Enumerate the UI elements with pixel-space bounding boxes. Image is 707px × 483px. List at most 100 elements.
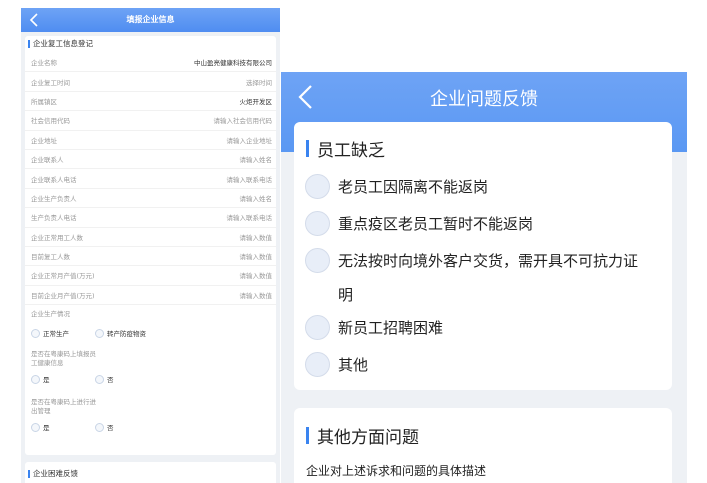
radio-circle[interactable] <box>31 422 40 432</box>
right-page-title: 企业问题反馈 <box>430 89 538 110</box>
form-row-value[interactable]: 请输入数值 <box>240 251 273 261</box>
radio-label: 是 <box>43 376 50 385</box>
option-label: 老员工因隔离不能返岗 <box>338 178 489 196</box>
radio-entry-no[interactable]: 否 <box>95 422 114 432</box>
radio-circle[interactable] <box>95 328 104 338</box>
radio-label: 是 <box>43 424 50 433</box>
form-row[interactable]: 所属镇区 火炬开发区 <box>25 92 276 112</box>
form-row[interactable]: 企业复工时间 选择时间 <box>25 72 276 92</box>
left-phone-screen: 填报企业信息 企业复工信息登记 企业名称 中山盈亮健康科技有限公司企业复工时间 选择… <box>21 8 280 483</box>
radio-label: 正常生产 <box>43 330 69 339</box>
radio-normal-production[interactable]: 正常生产 <box>31 328 95 338</box>
section-title-staff-shortage: 员工缺乏 <box>306 136 385 161</box>
form-row-value[interactable]: 请输入数值 <box>240 270 273 280</box>
radio-circle[interactable] <box>31 328 40 338</box>
radio-circle[interactable] <box>305 248 330 273</box>
option-quarantine-staff[interactable]: 老员工因隔离不能返岗 <box>305 170 660 204</box>
radio-label: 否 <box>107 376 114 385</box>
health-info-label-line2: 工健康信息 <box>31 359 64 368</box>
form-row-value[interactable]: 选择时间 <box>246 77 272 87</box>
form-row-value[interactable]: 请输入姓名 <box>240 154 273 164</box>
form-row-label: 目前企业月产值(万元) <box>31 291 95 300</box>
form-row[interactable]: 生产负责人电话 请输入联系电话 <box>25 208 276 228</box>
entry-management-options: 是 否 <box>25 422 276 432</box>
form-row-label: 社会信用代码 <box>31 117 70 126</box>
section-title-difficulty-feedback: 企业困难反馈 <box>25 469 276 479</box>
form-row-label: 企业生产负责人 <box>31 194 77 203</box>
form-row-value[interactable]: 请输入企业地址 <box>227 135 273 145</box>
radio-entry-yes[interactable]: 是 <box>31 422 95 432</box>
form-row-label: 企业联系人电话 <box>31 175 77 184</box>
health-info-label-line1: 是否在粤康码上填报员 <box>31 350 96 359</box>
option-label: 重点疫区老员工暂时不能返岗 <box>338 215 534 233</box>
form-row-label: 企业联系人 <box>31 156 64 165</box>
radio-circle[interactable] <box>305 174 330 199</box>
form-row[interactable]: 企业联系人 请输入姓名 <box>25 150 276 170</box>
form-row[interactable]: 企业名称 中山盈亮健康科技有限公司 <box>25 53 276 73</box>
radio-circle[interactable] <box>95 374 104 384</box>
radio-health-yes[interactable]: 是 <box>31 374 95 384</box>
form-row-label: 生产负责人电话 <box>31 214 77 223</box>
form-row[interactable]: 企业正常月产值(万元) 请输入数值 <box>25 266 276 286</box>
option-label: 新员工招聘困难 <box>338 319 444 337</box>
section-title-company-info: 企业复工信息登记 <box>25 39 276 49</box>
form-row[interactable]: 企业正常用工人数 请输入数值 <box>25 228 276 247</box>
form-row-value[interactable]: 请输入社会信用代码 <box>214 115 273 125</box>
health-info-question: 是否在粤康码上填报员 工健康信息 <box>25 350 276 368</box>
production-status-label: 企业生产情况 <box>31 310 70 319</box>
form-row-label: 企业地址 <box>31 136 57 145</box>
company-info-form: 企业名称 中山盈亮健康科技有限公司企业复工时间 选择时间所属镇区 火炬开发区社会信用代… <box>25 53 276 306</box>
form-row-label: 所属镇区 <box>31 97 57 106</box>
form-row-value[interactable]: 请输入数值 <box>240 232 273 242</box>
other-issues-card: 其他方面问题 企业对上述诉求和问题的具体描述 <box>294 408 672 483</box>
option-force-majeure-certificate[interactable]: 无法按时向境外客户交货，需开具不可抗力证 明 <box>305 244 660 312</box>
production-status-options: 正常生产 转产防疫物资 <box>25 328 276 338</box>
option-label-line2: 明 <box>338 286 354 304</box>
option-label-line1: 无法按时向境外客户交货，需开具不可抗力证 <box>338 252 639 270</box>
form-row-value[interactable]: 火炬开发区 <box>240 96 273 106</box>
option-epidemic-area-staff[interactable]: 重点疫区老员工暂时不能返岗 <box>305 207 660 241</box>
company-info-card: 企业复工信息登记 企业名称 中山盈亮健康科技有限公司企业复工时间 选择时间所属镇区 火… <box>25 36 276 455</box>
form-row-value[interactable]: 请输入姓名 <box>240 193 273 203</box>
form-row[interactable]: 企业生产负责人 请输入姓名 <box>25 189 276 209</box>
difficulty-feedback-card: 企业困难反馈 <box>25 462 276 483</box>
form-row-label: 企业名称 <box>31 59 57 68</box>
staff-shortage-card: 员工缺乏 老员工因隔离不能返岗 重点疫区老员工暂时不能返岗 无法按时向境外客户交… <box>294 122 672 390</box>
left-page-title: 填报企业信息 <box>126 15 175 24</box>
entry-label-line2: 出管理 <box>31 407 51 416</box>
form-row[interactable]: 目前复工人数 请输入数值 <box>25 247 276 267</box>
left-header: 填报企业信息 <box>21 8 280 32</box>
radio-label: 转产防疫物资 <box>107 330 146 339</box>
radio-circle[interactable] <box>305 352 330 377</box>
option-label: 其他 <box>338 356 369 374</box>
form-row[interactable]: 目前企业月产值(万元) 请输入数值 <box>25 286 276 306</box>
section-title-other-issues: 其他方面问题 <box>306 423 419 448</box>
option-new-staff-recruiting[interactable]: 新员工招聘困难 <box>305 311 660 345</box>
right-phone-screen: 企业问题反馈 员工缺乏 老员工因隔离不能返岗 重点疫区老员工暂时不能返岗 无法按… <box>281 72 687 483</box>
form-row-label: 企业正常月产值(万元) <box>31 272 95 281</box>
radio-circle[interactable] <box>305 211 330 236</box>
form-row-value[interactable]: 请输入联系电话 <box>227 174 273 184</box>
production-status-block: 企业生产情况 <box>25 305 276 324</box>
form-row-value[interactable]: 请输入数值 <box>240 290 273 300</box>
radio-circle[interactable] <box>95 422 104 432</box>
radio-circle[interactable] <box>31 374 40 384</box>
radio-label: 否 <box>107 424 114 433</box>
form-row[interactable]: 企业地址 请输入企业地址 <box>25 131 276 150</box>
option-label: 无法按时向境外客户交货，需开具不可抗力证 明 <box>338 244 638 312</box>
radio-switch-to-epidemic-supplies[interactable]: 转产防疫物资 <box>95 328 146 338</box>
form-row-value[interactable]: 请输入联系电话 <box>227 212 273 222</box>
radio-circle[interactable] <box>305 315 330 340</box>
form-row[interactable]: 社会信用代码 请输入社会信用代码 <box>25 111 276 131</box>
form-row[interactable]: 企业联系人电话 请输入联系电话 <box>25 169 276 189</box>
form-row-label: 企业复工时间 <box>31 78 70 87</box>
form-row-label: 目前复工人数 <box>31 253 70 262</box>
screenshot-stage: 填报企业信息 企业复工信息登记 企业名称 中山盈亮健康科技有限公司企业复工时间 选择… <box>0 0 707 483</box>
radio-health-no[interactable]: 否 <box>95 374 114 384</box>
form-row-value[interactable]: 中山盈亮健康科技有限公司 <box>194 57 272 67</box>
entry-management-question: 是否在粤康码上进行进 出管理 <box>25 398 276 416</box>
health-info-options: 是 否 <box>25 374 276 384</box>
option-other[interactable]: 其他 <box>305 348 660 382</box>
description-label: 企业对上述诉求和问题的具体描述 <box>306 464 487 478</box>
entry-label-line1: 是否在粤康码上进行进 <box>31 398 96 407</box>
